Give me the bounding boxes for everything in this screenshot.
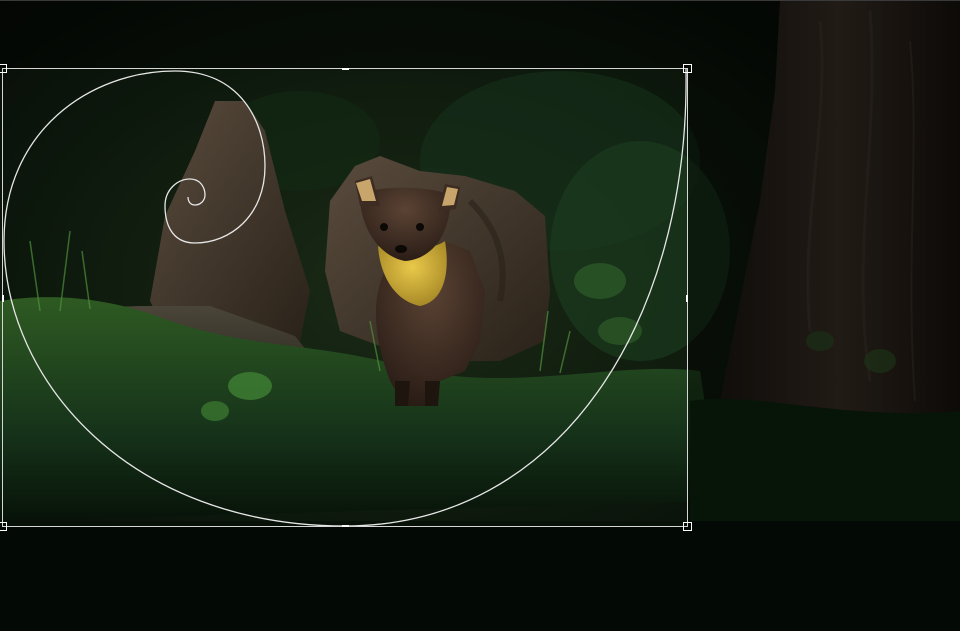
crop-handle-top-left[interactable] [0, 64, 7, 73]
photo-canvas[interactable] [0, 0, 960, 631]
crop-handle-bottom[interactable] [342, 525, 349, 527]
crop-frame[interactable] [0, 64, 692, 531]
crop-handle-bottom-left[interactable] [0, 522, 7, 531]
crop-handle-right[interactable] [686, 295, 688, 302]
crop-handle-left[interactable] [2, 295, 4, 302]
crop-handle-bottom-right[interactable] [683, 522, 692, 531]
crop-handle-top-right[interactable] [683, 64, 692, 73]
crop-handle-top[interactable] [342, 68, 349, 70]
